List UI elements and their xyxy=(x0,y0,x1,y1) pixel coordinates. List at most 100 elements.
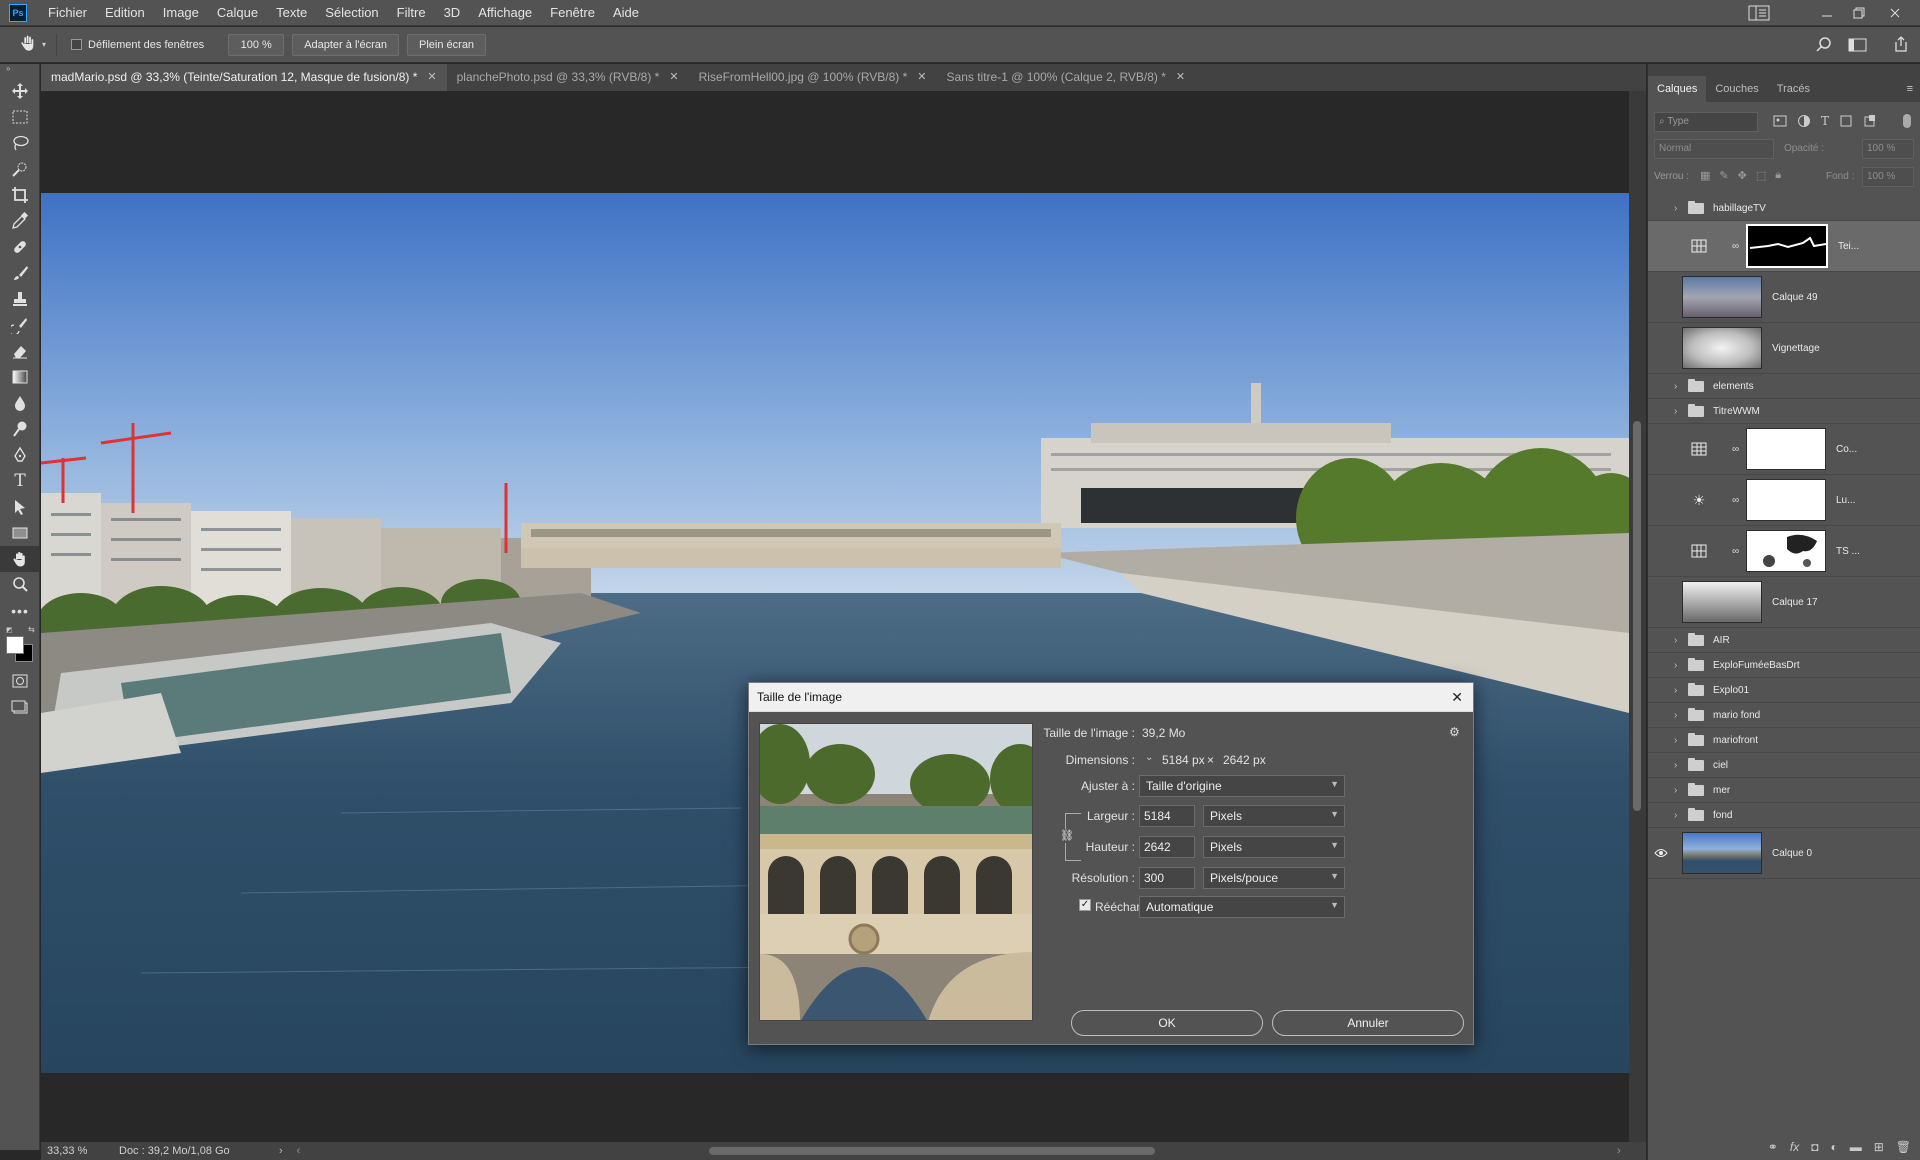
quick-selection-tool-icon[interactable] xyxy=(0,156,40,182)
eyedropper-tool-icon[interactable] xyxy=(0,208,40,234)
expand-chevron-icon[interactable]: › xyxy=(1674,785,1684,796)
tab-sans-titre[interactable]: Sans titre-1 @ 100% (Calque 2, RVB/8) * ✕ xyxy=(937,64,1196,91)
lock-pixels-icon[interactable]: ✎ xyxy=(1719,169,1728,182)
layer-mask-thumbnail[interactable] xyxy=(1746,530,1826,572)
layer-style-icon[interactable]: fx xyxy=(1790,1140,1799,1154)
menu-fichier[interactable]: Fichier xyxy=(39,0,96,26)
close-tab-icon[interactable]: ✕ xyxy=(427,64,436,91)
move-tool-icon[interactable] xyxy=(0,78,40,104)
visibility-toggle[interactable] xyxy=(1648,653,1674,677)
search-icon[interactable] xyxy=(1815,36,1833,57)
scroll-right-icon[interactable]: › xyxy=(1617,1145,1621,1157)
default-colors-icon[interactable]: ◩ xyxy=(6,626,13,634)
layer-row[interactable]: › elements xyxy=(1648,374,1920,399)
menu-selection[interactable]: Sélection xyxy=(316,0,387,26)
expand-chevron-icon[interactable]: › xyxy=(1674,810,1684,821)
zoom-readout[interactable]: 33,33 % xyxy=(47,1145,105,1157)
visibility-toggle[interactable] xyxy=(1648,424,1674,474)
resolution-unit-select[interactable]: Pixels/pouce ▼ xyxy=(1203,867,1345,889)
menu-image[interactable]: Image xyxy=(154,0,208,26)
fit-to-select[interactable]: Taille d'origine ▼ xyxy=(1139,775,1345,797)
close-tab-icon[interactable]: ✕ xyxy=(1176,64,1185,91)
lock-artboard-icon[interactable]: ⬚ xyxy=(1756,169,1766,182)
expand-chevron-icon[interactable]: › xyxy=(1674,760,1684,771)
more-tools-icon[interactable]: ••• xyxy=(0,598,40,624)
layer-row[interactable]: ∞ TS ... xyxy=(1648,526,1920,577)
scroll-left-icon[interactable]: ‹ xyxy=(297,1145,301,1157)
zoom-100-button[interactable]: 100 % xyxy=(228,33,285,56)
expand-chevron-icon[interactable]: › xyxy=(1674,685,1684,696)
height-unit-select[interactable]: Pixels ▼ xyxy=(1203,836,1345,858)
dimensions-chevron-icon[interactable]: ⌄ xyxy=(1145,752,1153,763)
layer-row[interactable]: › mer xyxy=(1648,778,1920,803)
menu-3d[interactable]: 3D xyxy=(435,0,470,26)
blur-tool-icon[interactable] xyxy=(0,390,40,416)
expand-chevron-icon[interactable]: › xyxy=(1674,735,1684,746)
layer-row-selected[interactable]: ∞ Tei... xyxy=(1648,221,1920,272)
screen-mode-icon[interactable] xyxy=(0,694,40,720)
filter-toggle[interactable] xyxy=(1903,114,1911,128)
rectangle-tool-icon[interactable] xyxy=(0,520,40,546)
ok-button[interactable]: OK xyxy=(1071,1010,1263,1036)
layer-mask-thumbnail[interactable] xyxy=(1746,428,1826,470)
restore-icon[interactable] xyxy=(1852,0,1866,26)
visibility-toggle[interactable] xyxy=(1648,196,1674,220)
opacity-input[interactable]: 100 % xyxy=(1862,139,1914,159)
visibility-toggle[interactable] xyxy=(1648,577,1674,627)
filter-pixel-icon[interactable] xyxy=(1773,114,1787,128)
visibility-toggle[interactable] xyxy=(1648,728,1674,752)
expand-chevron-icon[interactable]: › xyxy=(1674,406,1684,417)
tab-risefromhell[interactable]: RiseFromHell00.jpg @ 100% (RVB/8) * ✕ xyxy=(689,64,937,91)
lock-all-icon[interactable]: 🔒︎ xyxy=(1775,169,1781,182)
workspace-icon[interactable] xyxy=(1748,0,1770,26)
marquee-tool-icon[interactable] xyxy=(0,104,40,130)
filter-adjustment-icon[interactable] xyxy=(1797,114,1811,128)
resolution-input[interactable]: 300 xyxy=(1139,867,1195,889)
layer-row[interactable]: › fond xyxy=(1648,803,1920,828)
layer-row[interactable]: Calque 0 xyxy=(1648,828,1920,879)
layer-row[interactable]: Calque 17 xyxy=(1648,577,1920,628)
fill-screen-button[interactable]: Plein écran xyxy=(407,33,487,56)
close-tab-icon[interactable]: ✕ xyxy=(669,64,678,91)
visibility-toggle[interactable] xyxy=(1648,399,1674,423)
visibility-toggle[interactable] xyxy=(1648,803,1674,827)
fit-screen-button[interactable]: Adapter à l'écran xyxy=(292,33,400,56)
gradient-tool-icon[interactable] xyxy=(0,364,40,390)
path-selection-tool-icon[interactable] xyxy=(0,494,40,520)
add-mask-icon[interactable]: ◘ xyxy=(1811,1140,1818,1154)
lock-position-icon[interactable]: ✥ xyxy=(1738,169,1747,182)
visibility-toggle[interactable] xyxy=(1648,828,1674,878)
lasso-tool-icon[interactable] xyxy=(0,130,40,156)
blend-mode-select[interactable]: Normal xyxy=(1654,139,1774,159)
zoom-tool-icon[interactable] xyxy=(0,572,40,598)
expand-chevron-icon[interactable]: › xyxy=(1674,203,1684,214)
link-layers-icon[interactable]: ⚭ xyxy=(1768,1140,1778,1154)
menu-texte[interactable]: Texte xyxy=(267,0,316,26)
panel-menu-icon[interactable]: ≡ xyxy=(1907,76,1913,102)
visibility-toggle[interactable] xyxy=(1648,221,1674,271)
collapse-toolbar-icon[interactable]: » xyxy=(0,64,39,78)
preview-image[interactable] xyxy=(759,723,1033,1021)
menu-calque[interactable]: Calque xyxy=(208,0,267,26)
lock-transparency-icon[interactable]: ▦ xyxy=(1700,169,1710,182)
layer-row[interactable]: › mariofront xyxy=(1648,728,1920,753)
delete-layer-icon[interactable]: 🗑︎ xyxy=(1896,1140,1911,1154)
new-group-icon[interactable]: ▬ xyxy=(1850,1140,1862,1154)
visibility-toggle[interactable] xyxy=(1648,526,1674,576)
layer-row[interactable]: › mario fond xyxy=(1648,703,1920,728)
fill-input[interactable]: 100 % xyxy=(1862,167,1914,187)
tool-preset-chevron-icon[interactable]: ▾ xyxy=(42,40,46,49)
scroll-thumb[interactable] xyxy=(1633,421,1641,811)
layer-filter-select[interactable]: ⌕ Type xyxy=(1654,112,1758,132)
layer-row[interactable]: › TitreWWM xyxy=(1648,399,1920,424)
layer-row[interactable]: Calque 49 xyxy=(1648,272,1920,323)
healing-brush-tool-icon[interactable] xyxy=(0,234,40,260)
share-icon[interactable] xyxy=(1893,35,1909,56)
link-icon[interactable]: ∞ xyxy=(1732,495,1746,506)
layer-row[interactable]: › Explo01 xyxy=(1648,678,1920,703)
height-input[interactable]: 2642 xyxy=(1139,836,1195,858)
new-adjustment-icon[interactable]: ◐ xyxy=(1830,1140,1837,1154)
expand-chevron-icon[interactable]: › xyxy=(1674,710,1684,721)
tab-calques[interactable]: Calques xyxy=(1648,76,1707,102)
brush-tool-icon[interactable] xyxy=(0,260,40,286)
